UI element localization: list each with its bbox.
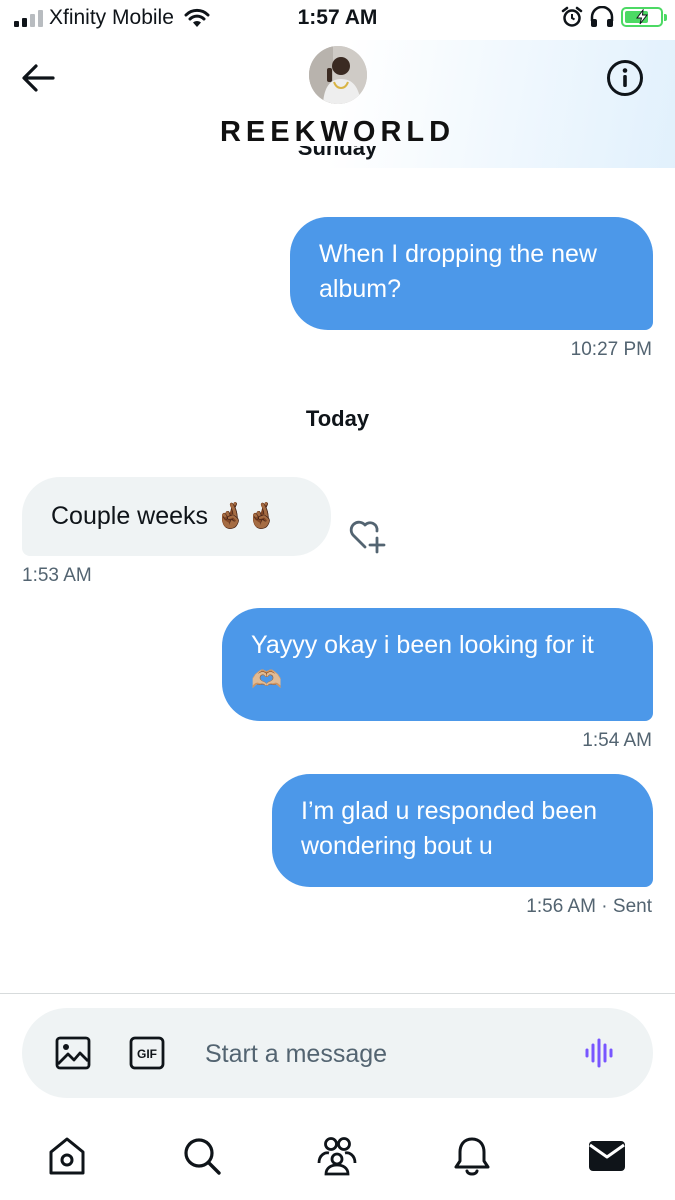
back-button[interactable] (18, 58, 58, 98)
message-timestamp: 10:27 PM (570, 339, 652, 360)
messages-icon (589, 1141, 625, 1171)
add-image-button[interactable] (55, 1034, 91, 1072)
message-bubble-outgoing[interactable]: When I dropping the new album? (290, 217, 653, 330)
home-icon (49, 1137, 85, 1175)
image-icon (55, 1036, 91, 1070)
tab-search[interactable] (178, 1132, 226, 1180)
battery-icon (621, 7, 667, 27)
status-bar: Xfinity Mobile 1:57 AM (0, 0, 675, 40)
add-gif-button[interactable]: GIF (129, 1034, 165, 1072)
status-right (561, 6, 667, 28)
gif-icon: GIF (129, 1036, 165, 1070)
headphones-icon (590, 6, 614, 27)
date-separator: Today (305, 406, 370, 431)
message-timestamp: 1:53 AM (22, 565, 92, 586)
voice-icon (585, 1038, 613, 1068)
tab-home[interactable] (43, 1132, 91, 1180)
message-bubble-outgoing[interactable]: Yayyy okay i been looking for it 🫶🏼 (222, 608, 653, 721)
bottom-tab-bar (0, 1112, 675, 1200)
alarm-icon (561, 6, 583, 27)
contact-name[interactable]: REEKWORLD (0, 116, 675, 149)
message-timestamp: 1:54 AM (582, 730, 652, 751)
message-sent-status: · Sent (601, 896, 652, 917)
message-input[interactable] (205, 1036, 565, 1072)
tab-notifications[interactable] (448, 1132, 496, 1180)
tab-communities[interactable] (313, 1132, 361, 1180)
add-reaction-button[interactable] (347, 516, 387, 554)
date-separator-partial: Sunday (297, 146, 378, 160)
message-timestamp: 1:56 AM (526, 896, 597, 917)
conversation-info-button[interactable] (603, 56, 647, 100)
message-bubble-incoming[interactable]: Couple weeks 🤞🏾🤞🏾 (22, 477, 331, 556)
search-icon (184, 1138, 221, 1175)
communities-icon (317, 1137, 357, 1176)
tab-messages[interactable] (583, 1132, 631, 1180)
composer-divider (0, 993, 675, 994)
message-timestamp-status: 1:56 AM · Sent (526, 896, 652, 918)
svg-text:GIF: GIF (137, 1047, 157, 1061)
voice-message-button[interactable] (582, 1034, 618, 1072)
heart-plus-icon (349, 520, 386, 554)
info-icon (607, 60, 643, 96)
back-arrow-icon (22, 64, 55, 92)
avatar[interactable] (309, 46, 367, 104)
message-composer: GIF (22, 1008, 653, 1098)
notifications-icon (454, 1137, 490, 1176)
message-bubble-outgoing[interactable]: I’m glad u responded been wondering bout… (272, 774, 653, 887)
